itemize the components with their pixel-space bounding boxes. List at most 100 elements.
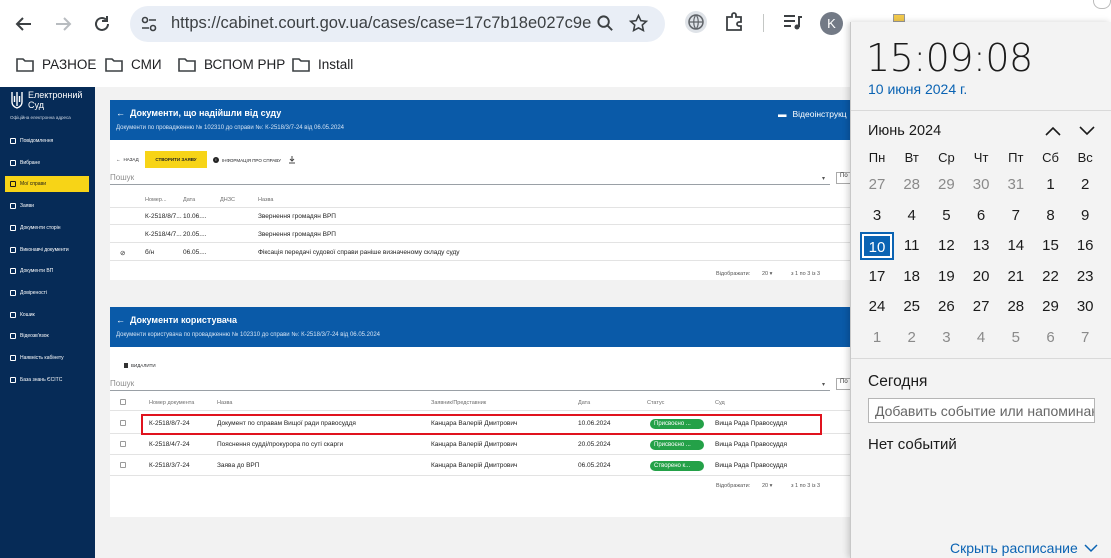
calendar-day[interactable]: 16 [1068,232,1102,260]
calendar-day[interactable]: 30 [1068,293,1102,321]
calendar-day[interactable]: 6 [1034,324,1068,352]
calendar-day[interactable]: 3 [860,202,894,230]
calendar-day[interactable]: 1 [1034,171,1068,199]
chevron-down-icon[interactable]: ▾ [822,175,825,182]
back-arrow-icon[interactable]: ← [116,315,125,325]
back-button[interactable] [11,11,37,37]
search-input[interactable]: Пошук [110,173,830,185]
address-bar[interactable]: https://cabinet.court.gov.ua/cases/case=… [130,6,665,42]
back-button[interactable]: ← НАЗАД [116,157,139,162]
sidebar-item[interactable]: Документи ВП [5,263,89,279]
url-text[interactable]: https://cabinet.court.gov.ua/cases/case=… [171,14,591,33]
sidebar-item[interactable]: Довіреності [5,285,89,301]
case-info-button[interactable]: i ІНФОРМАЦІЯ ПРО СПРАВУ [213,157,281,163]
calendar-day[interactable]: 28 [999,293,1033,321]
sidebar-item[interactable]: Відеозв'язок [5,328,89,344]
search-icon[interactable] [596,14,615,33]
calendar-day[interactable]: 12 [929,232,963,260]
table-row[interactable]: К-2518/3/7-24 Заява до ВРП Канцара Валерій… [110,455,860,476]
calendar-day[interactable]: 6 [964,202,998,230]
bookmark-folder[interactable]: ВСПОМ РНР [178,57,285,72]
column-header[interactable]: Суд [715,400,725,406]
calendar-day[interactable]: 17 [860,263,894,291]
column-header[interactable]: Назва [217,400,232,406]
calendar-day[interactable]: 18 [895,263,929,291]
calendar-day[interactable]: 26 [929,293,963,321]
previous-month-button[interactable] [1044,123,1062,139]
calendar-day[interactable]: 11 [895,232,929,260]
row-checkbox[interactable] [120,420,126,426]
sidebar-item[interactable]: База знань ЄСІТС [5,372,89,388]
back-arrow-icon[interactable]: ← [116,108,125,118]
calendar-day[interactable]: 27 [860,171,894,199]
sidebar-item[interactable]: Повідомлення [5,133,89,149]
column-header[interactable]: Назва [258,197,273,203]
download-button[interactable] [288,156,296,164]
column-header[interactable]: Статус [647,400,664,406]
calendar-day[interactable]: 25 [895,293,929,321]
calendar-day[interactable]: 24 [860,293,894,321]
search-input[interactable]: Пошук [110,379,830,391]
extensions-button[interactable] [723,11,745,33]
column-header[interactable]: Дата [183,197,195,203]
table-row[interactable]: К-2518/4/7... 20.05.... Звернення громадян… [110,226,860,243]
calendar-day[interactable]: 14 [999,232,1033,260]
calendar-day-today[interactable]: 10 [860,232,894,261]
bookmark-folder[interactable]: Install [292,57,353,72]
clock-date[interactable]: 10 июня 2024 г. [868,81,967,97]
create-application-button[interactable]: СТВОРИТИ ЗАЯВУ [145,151,207,168]
media-button[interactable] [781,11,803,33]
paperclip-icon[interactable]: ⊘ [120,249,125,257]
calendar-day[interactable]: 30 [964,171,998,199]
calendar-day[interactable]: 23 [1068,263,1102,291]
calendar-day[interactable]: 4 [895,202,929,230]
column-header[interactable]: Заявник/Представник [431,400,486,406]
page-size-select[interactable]: 20 ▾ [762,271,772,277]
bookmark-folder[interactable]: РАЗНОЕ [16,57,96,72]
delete-button[interactable]: ВИДАЛИТИ [124,363,156,368]
select-all-checkbox[interactable] [120,399,126,405]
page-size-select[interactable]: 20 ▾ [762,483,772,489]
calendar-day[interactable]: 2 [895,324,929,352]
calendar-day[interactable]: 31 [999,171,1033,199]
calendar-day[interactable]: 4 [964,324,998,352]
calendar-day[interactable]: 2 [1068,171,1102,199]
bookmark-star-icon[interactable] [628,13,649,34]
calendar-day[interactable]: 28 [895,171,929,199]
column-header[interactable]: ДНЗС [220,197,235,203]
hide-schedule-button[interactable]: Скрыть расписание [950,540,1098,556]
reload-button[interactable] [89,11,115,37]
profile-avatar[interactable]: K [820,12,843,35]
column-header[interactable]: Номер документа [149,400,194,406]
month-label[interactable]: Июнь 2024 [868,123,941,139]
table-row[interactable]: К-2518/8/7... 10.06.... Звернення громадян… [110,208,860,225]
calendar-day[interactable]: 8 [1034,202,1068,230]
calendar-day[interactable]: 9 [1068,202,1102,230]
calendar-day[interactable]: 29 [929,171,963,199]
calendar-day[interactable]: 27 [964,293,998,321]
calendar-day[interactable]: 20 [964,263,998,291]
table-row[interactable]: К-2518/4/7-24 Пояснення судді/прокурора п… [110,434,860,455]
next-month-button[interactable] [1078,123,1096,139]
calendar-day[interactable]: 5 [999,324,1033,352]
table-row[interactable]: ⊘ б/н 06.05.... Фіксація передачі судової с… [110,244,860,261]
sidebar-item[interactable]: Заяви [5,198,89,214]
calendar-day[interactable]: 7 [1068,324,1102,352]
column-header[interactable]: Дата [578,400,590,406]
column-header[interactable]: Номер... [145,197,167,203]
calendar-day[interactable]: 3 [929,324,963,352]
row-checkbox[interactable] [120,462,126,468]
calendar-day[interactable]: 1 [860,324,894,352]
window-control[interactable] [1093,0,1111,9]
sidebar-item[interactable]: Виконавчі документи [5,242,89,258]
calendar-day[interactable]: 5 [929,202,963,230]
sidebar-item[interactable]: Вибране [5,155,89,171]
row-checkbox[interactable] [120,441,126,447]
sidebar-item[interactable]: Документи сторін [5,220,89,236]
video-instruction-link[interactable]: ▬ Відеоінструкц [778,109,847,119]
add-event-input[interactable]: Добавить событие или напоминание [868,398,1095,423]
forward-button[interactable] [50,11,76,37]
calendar-day[interactable]: 21 [999,263,1033,291]
chevron-down-icon[interactable]: ▾ [822,381,825,388]
calendar-day[interactable]: 13 [964,232,998,260]
